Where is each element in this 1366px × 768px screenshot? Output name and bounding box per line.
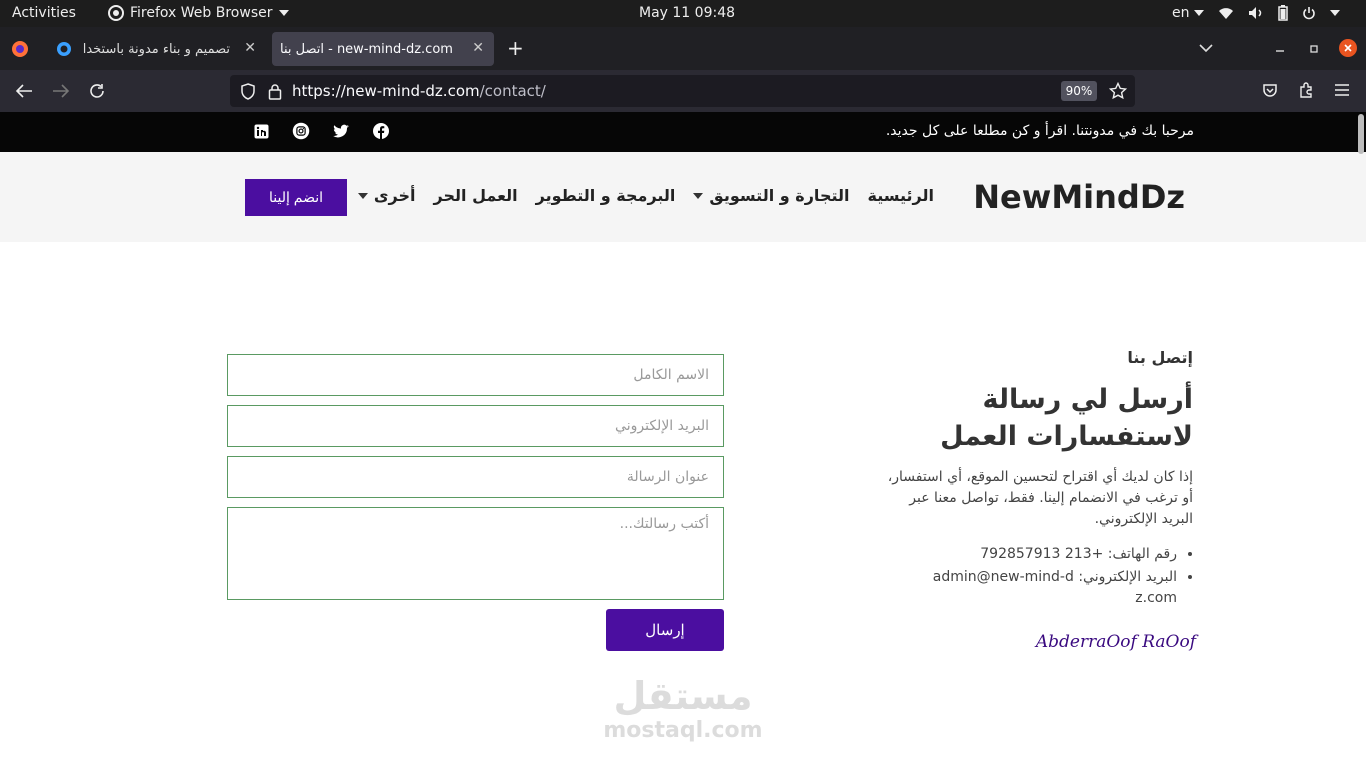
message-field[interactable] — [227, 507, 724, 600]
contact-info: إتصل بنا أرسل لي رسالة لاستفسارات العمل … — [883, 348, 1193, 611]
pocket-icon[interactable] — [1262, 83, 1278, 99]
activities-button[interactable]: Activities — [12, 5, 76, 21]
section-heading: أرسل لي رسالة لاستفسارات العمل — [883, 381, 1193, 455]
watermark-latin: mostaql.com — [603, 718, 763, 743]
heading-line-1: أرسل لي رسالة — [982, 384, 1193, 415]
clock[interactable]: May 11 09:48 — [639, 5, 735, 21]
nav-toolbar: https://new-mind-dz.com/contact/ 90% — [0, 70, 1366, 112]
tab-favicon-icon — [57, 42, 71, 56]
url-bar[interactable]: https://new-mind-dz.com/contact/ 90% — [230, 75, 1135, 107]
wifi-icon — [1219, 8, 1233, 19]
back-icon[interactable] — [15, 83, 33, 99]
section-description: إذا كان لديك أي اقتراح لتحسين الموقع، أي… — [887, 469, 1193, 527]
system-tray[interactable]: en — [1172, 5, 1340, 21]
zoom-indicator[interactable]: 90% — [1061, 81, 1097, 101]
app-name: Firefox Web Browser — [130, 5, 273, 21]
twitter-icon[interactable] — [332, 122, 350, 140]
lock-icon[interactable] — [268, 83, 282, 100]
phone-item: رقم الهاتف: +213 792857913 — [883, 544, 1177, 565]
scrollbar[interactable] — [1358, 114, 1364, 154]
site-header: NewMindDz الرئيسية التجارة و التسويق الب… — [0, 152, 1366, 242]
language-label: en — [1172, 5, 1190, 21]
tracking-shield-icon[interactable] — [240, 83, 256, 100]
chevron-down-icon — [278, 10, 289, 16]
menu-item-home[interactable]: الرئيسية — [868, 186, 935, 205]
menu-label: أخرى — [373, 186, 416, 205]
tab-title: اتصل بنا - new-mind-dz.com — [280, 41, 453, 57]
send-button[interactable]: إرسال — [606, 609, 724, 651]
url-host: https://new-mind-dz.com — [292, 82, 480, 100]
email-field[interactable] — [227, 405, 724, 447]
heading-line-2: لاستفسارات العمل — [940, 421, 1193, 452]
site-logo[interactable]: NewMindDz — [973, 178, 1185, 216]
minimize-icon[interactable] — [1275, 45, 1285, 53]
app-menu[interactable]: Firefox Web Browser — [108, 5, 289, 21]
restore-icon[interactable] — [1309, 44, 1319, 54]
menu-label: البرمجة و التطوير — [535, 186, 676, 205]
watermark-arabic: مستقل — [613, 674, 753, 718]
list-all-tabs-icon[interactable] — [1199, 43, 1213, 53]
menu-item-other[interactable]: أخرى — [357, 186, 416, 205]
mostaql-watermark: مستقل mostaql.com — [598, 674, 768, 744]
section-kicker: إتصل بنا — [1127, 348, 1193, 367]
language-indicator[interactable]: en — [1172, 5, 1204, 21]
menu-item-freelance[interactable]: العمل الحر — [434, 186, 518, 205]
chevron-down-icon — [357, 192, 368, 199]
power-icon — [1303, 7, 1315, 20]
menu-icon[interactable] — [1335, 84, 1349, 96]
social-links — [252, 122, 390, 140]
menu-label: الرئيسية — [867, 186, 935, 205]
full-name-field[interactable] — [227, 354, 724, 396]
chevron-down-icon — [693, 192, 704, 199]
signature: AbderraOof RaOof — [1035, 632, 1196, 652]
chevron-down-icon — [1194, 10, 1204, 16]
subject-field[interactable] — [227, 456, 724, 498]
url-path: /contact/ — [479, 82, 546, 100]
menu-item-commerce[interactable]: التجارة و التسويق — [693, 186, 850, 205]
facebook-icon[interactable] — [372, 122, 390, 140]
extensions-icon[interactable] — [1298, 82, 1315, 99]
bookmark-star-icon[interactable] — [1109, 82, 1127, 100]
close-tab-icon[interactable]: ✕ — [244, 40, 256, 56]
linkedin-icon[interactable] — [252, 122, 270, 140]
contact-details: رقم الهاتف: +213 792857913 البريد الإلكت… — [883, 544, 1193, 609]
web-page: مرحبا بك في مدونتنا. اقرأ و كن مطلعا على… — [0, 112, 1366, 768]
url-text: https://new-mind-dz.com/contact/ — [292, 82, 546, 100]
reload-icon[interactable] — [88, 82, 106, 100]
chevron-down-icon — [1330, 10, 1340, 16]
firefox-view-icon[interactable] — [11, 40, 29, 58]
close-tab-icon[interactable]: ✕ — [472, 40, 484, 56]
tab-contact[interactable]: اتصل بنا - new-mind-dz.com ✕ — [272, 32, 494, 66]
instagram-icon[interactable] — [292, 122, 310, 140]
volume-icon — [1249, 7, 1262, 19]
system-top-bar: Activities Firefox Web Browser May 11 09… — [0, 0, 1366, 27]
firefox-icon — [108, 5, 124, 21]
close-window-icon[interactable] — [1339, 39, 1357, 57]
welcome-text: مرحبا بك في مدونتنا. اقرأ و كن مطلعا على… — [885, 123, 1194, 139]
tab-title: تصميم و بناء مدونة باستخدا — [82, 41, 230, 57]
join-us-button[interactable]: انضم إلينا — [245, 179, 347, 216]
tab-blog-design[interactable]: تصميم و بناء مدونة باستخدا ✕ — [48, 32, 266, 66]
forward-icon[interactable] — [52, 83, 70, 99]
email-item[interactable]: البريد الإلكتروني: admin@new-mind-dz.com — [927, 567, 1177, 609]
new-tab-button[interactable]: + — [507, 36, 524, 60]
menu-label: التجارة و التسويق — [709, 186, 850, 205]
battery-icon — [1278, 5, 1288, 21]
tab-strip: تصميم و بناء مدونة باستخدا ✕ اتصل بنا - … — [0, 27, 1366, 70]
menu-label: العمل الحر — [433, 186, 518, 205]
menu-item-programming[interactable]: البرمجة و التطوير — [536, 186, 676, 205]
main-menu: الرئيسية التجارة و التسويق البرمجة و الت… — [357, 186, 935, 205]
top-strip: مرحبا بك في مدونتنا. اقرأ و كن مطلعا على… — [0, 112, 1366, 152]
